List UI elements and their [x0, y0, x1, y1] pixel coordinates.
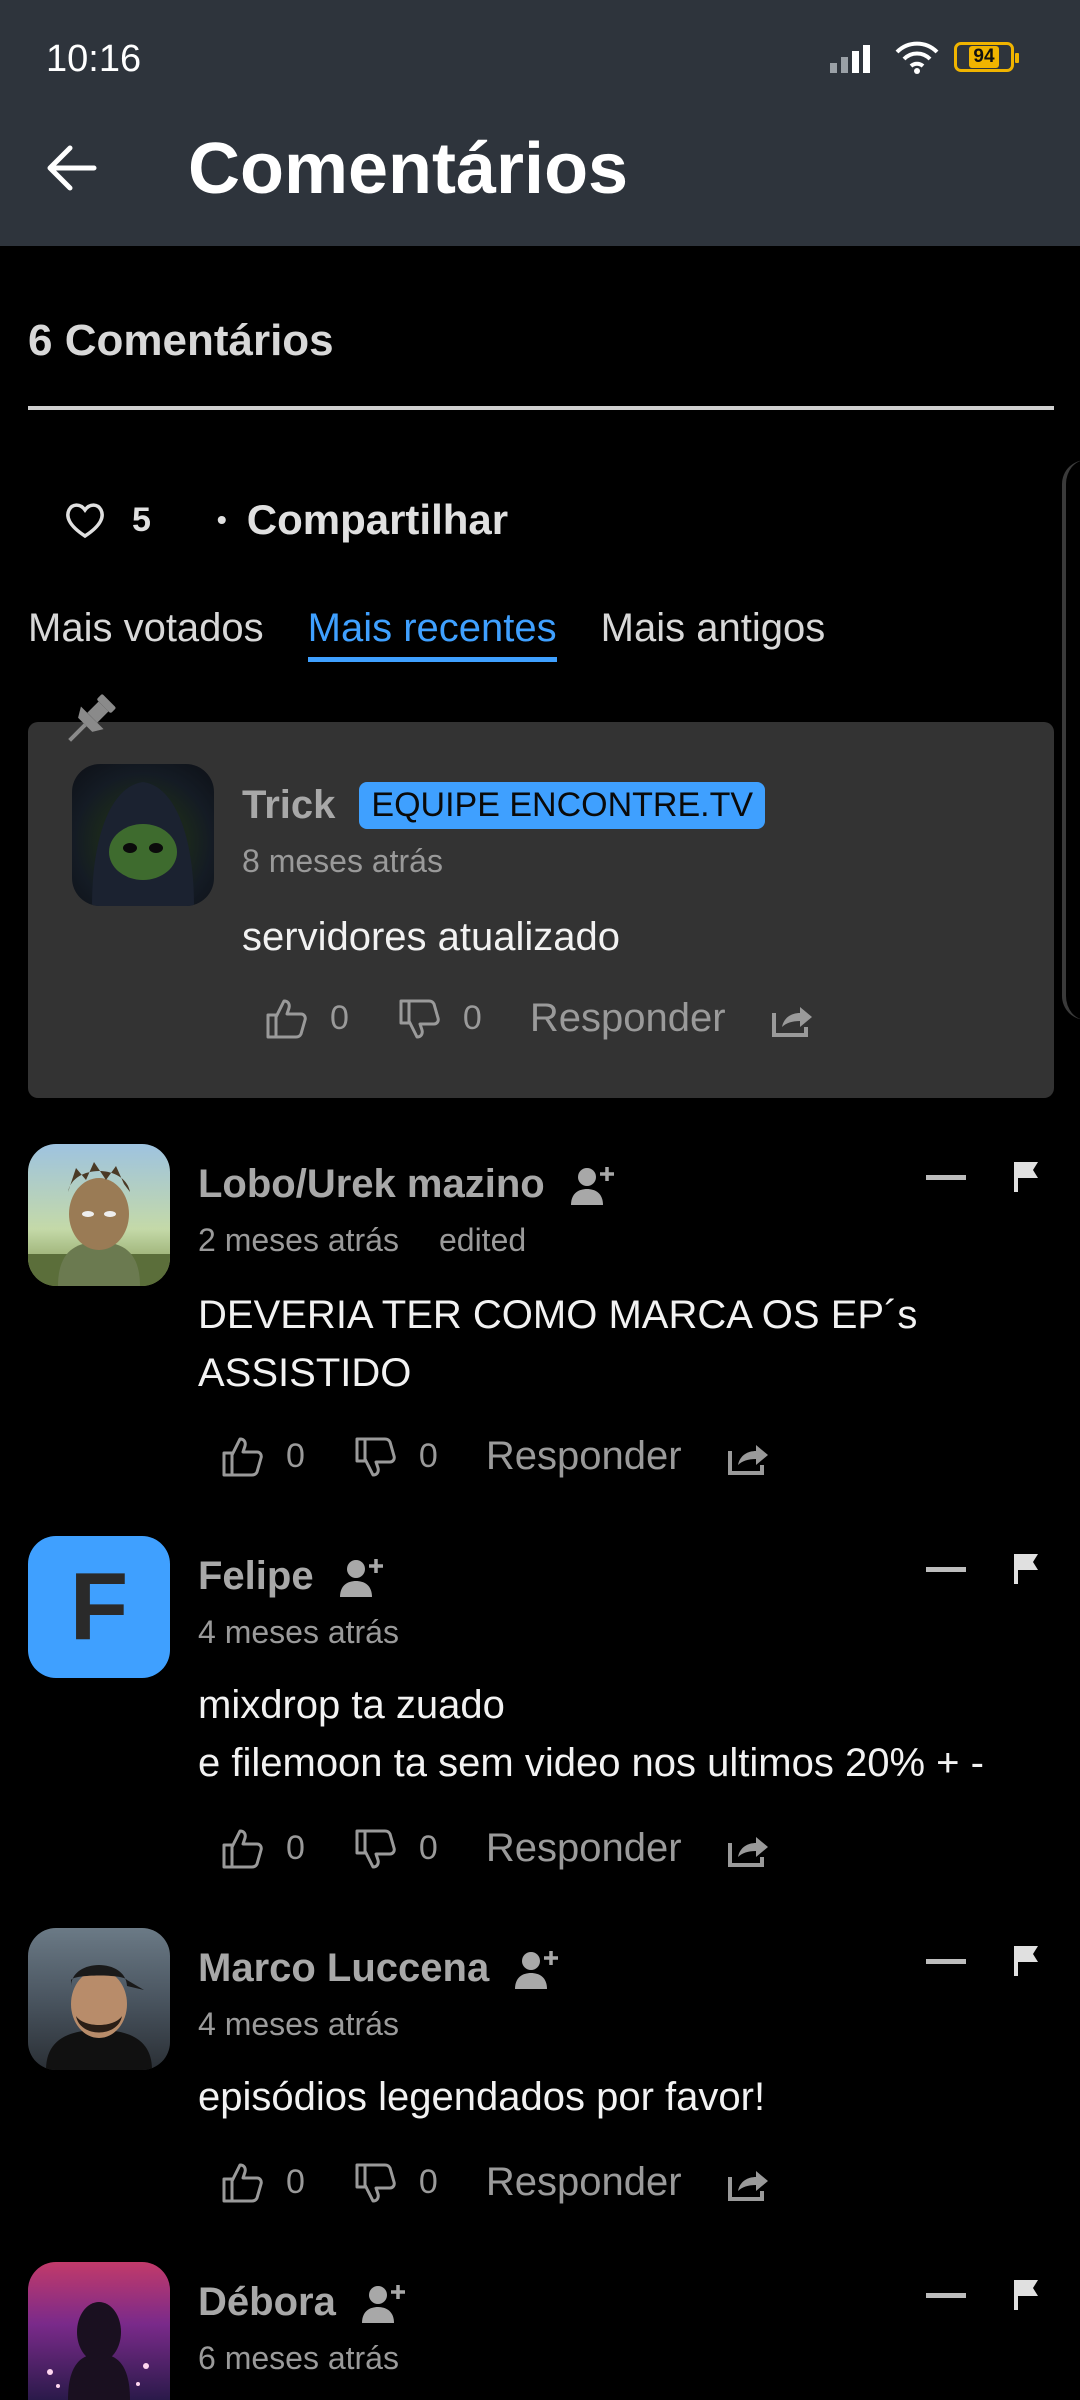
user-photo-icon	[47, 2302, 149, 2400]
separator-dot: •	[216, 504, 227, 535]
comment-actions: 0 0 Responder	[220, 2160, 770, 2205]
collapse-button[interactable]	[926, 1958, 966, 1964]
author-name[interactable]: Trick	[242, 783, 335, 828]
avatar-letter: F	[69, 1553, 129, 1660]
add-user-icon[interactable]	[513, 1947, 561, 1991]
collapse-button[interactable]	[926, 1174, 966, 1180]
wifi-icon	[895, 41, 939, 74]
dislike-count: 0	[418, 1437, 438, 1475]
comment-time: 4 meses atrás	[198, 1614, 399, 1650]
signal-icon	[830, 45, 870, 73]
tab-mais-antigos[interactable]: Mais antigos	[601, 606, 826, 662]
comment-author: Marco Luccena	[198, 1946, 561, 1991]
like-count: 0	[286, 1437, 305, 1475]
avatar[interactable]	[28, 1144, 170, 1286]
comment-text: episódios legendados por favor!	[198, 2075, 766, 2119]
comment-text: servidores atualizado	[242, 915, 620, 959]
dislike-count: 0	[462, 999, 482, 1037]
thumbs-down-icon[interactable]	[353, 1827, 397, 1871]
comment-author: Lobo/Urek mazino	[198, 1162, 617, 1207]
team-badge: EQUIPE ENCONTRE.TV	[359, 782, 766, 829]
thumbs-down-icon[interactable]	[353, 1435, 397, 1479]
share-icon[interactable]	[726, 1829, 770, 1869]
like-count: 0	[286, 2163, 305, 2201]
reply-button[interactable]: Responder	[486, 1826, 682, 1871]
tab-mais-votados[interactable]: Mais votados	[28, 606, 264, 662]
author-name[interactable]: Felipe	[198, 1554, 314, 1599]
avatar[interactable]	[28, 1928, 170, 2070]
thumbs-down-icon[interactable]	[353, 2161, 397, 2205]
battery-indicator: 94	[954, 42, 1019, 72]
reply-button[interactable]: Responder	[530, 996, 726, 1041]
status-time: 10:16	[46, 38, 142, 80]
hooded-figure-icon	[92, 782, 194, 906]
comment-time: 2 meses atrás	[198, 1222, 399, 1258]
thumbs-up-icon[interactable]	[220, 2161, 264, 2205]
flag-icon[interactable]	[1012, 2278, 1040, 2312]
back-button[interactable]	[44, 140, 100, 196]
comment-time: 4 meses atrás	[198, 2006, 399, 2042]
author-name[interactable]: Marco Luccena	[198, 1946, 489, 1991]
comment-author: Trick EQUIPE ENCONTRE.TV	[242, 782, 766, 829]
collapse-button[interactable]	[926, 2292, 966, 2298]
battery-level: 94	[969, 46, 999, 68]
heart-icon[interactable]	[64, 501, 106, 539]
add-user-icon[interactable]	[360, 2281, 408, 2325]
comment-actions: 0 0 Responder	[220, 1434, 770, 1479]
anime-character-icon	[28, 1162, 170, 1286]
arrow-left-icon	[47, 145, 97, 191]
user-photo-icon	[46, 1965, 152, 2070]
comment-text: mixdrop ta zuado e filemoon ta sem video…	[198, 1683, 984, 1785]
comment-actions: 0 0 Responder	[220, 1826, 770, 1871]
comment-meta: 2 meses atrás edited	[198, 1222, 526, 1259]
comment-author: Felipe	[198, 1554, 386, 1599]
reply-button[interactable]: Responder	[486, 2160, 682, 2205]
sort-tabs: Mais votados Mais recentes Mais antigos	[28, 606, 825, 662]
flag-icon[interactable]	[1012, 1552, 1040, 1586]
thumbs-up-icon[interactable]	[264, 997, 308, 1041]
flag-icon[interactable]	[1012, 1160, 1040, 1194]
thumbs-up-icon[interactable]	[220, 1435, 264, 1479]
avatar[interactable]	[72, 764, 214, 906]
like-count: 0	[286, 1829, 305, 1867]
comment-controls	[926, 1160, 1040, 1194]
dislike-count: 0	[418, 2163, 438, 2201]
dislike-count: 0	[418, 1829, 438, 1867]
author-name[interactable]: Débora	[198, 2280, 336, 2325]
flag-icon[interactable]	[1012, 1944, 1040, 1978]
edited-label: edited	[438, 1222, 527, 1258]
author-name[interactable]: Lobo/Urek mazino	[198, 1162, 545, 1207]
share-button[interactable]: Compartilhar	[247, 496, 508, 544]
share-icon[interactable]	[726, 2163, 770, 2203]
comment-controls	[926, 1552, 1040, 1586]
thread-actions: 5 • Compartilhar	[64, 496, 508, 544]
status-icons: 94	[828, 40, 1019, 74]
avatar[interactable]	[28, 2262, 170, 2400]
share-icon[interactable]	[770, 999, 814, 1039]
share-icon[interactable]	[726, 1437, 770, 1477]
comment-controls	[926, 1944, 1040, 1978]
page-title: Comentários	[188, 129, 629, 209]
likes-count: 5	[132, 500, 151, 539]
comment-author: Débora	[198, 2280, 408, 2325]
app-header: 10:16 94 Comentários	[0, 0, 1080, 246]
tab-mais-recentes[interactable]: Mais recentes	[307, 606, 557, 662]
comment-text: DEVERIA TER COMO MARCA OS EP´s ASSISTIDO	[198, 1293, 918, 1395]
comment-controls	[926, 2278, 1040, 2312]
reply-button[interactable]: Responder	[486, 1434, 682, 1479]
pin-icon	[52, 686, 124, 758]
comment-time: 6 meses atrás	[198, 2340, 399, 2376]
comment-actions: 0 0 Responder	[264, 996, 814, 1041]
thumbs-down-icon[interactable]	[397, 997, 441, 1041]
add-user-icon[interactable]	[338, 1555, 386, 1599]
scroll-handle[interactable]	[1062, 460, 1080, 1020]
count-divider	[28, 406, 1054, 410]
thumbs-up-icon[interactable]	[220, 1827, 264, 1871]
comment-time: 8 meses atrás	[242, 843, 443, 879]
add-user-icon[interactable]	[569, 1163, 617, 1207]
avatar[interactable]: F	[28, 1536, 170, 1678]
like-count: 0	[330, 999, 349, 1037]
comments-count: 6 Comentários	[28, 316, 334, 365]
collapse-button[interactable]	[926, 1566, 966, 1572]
